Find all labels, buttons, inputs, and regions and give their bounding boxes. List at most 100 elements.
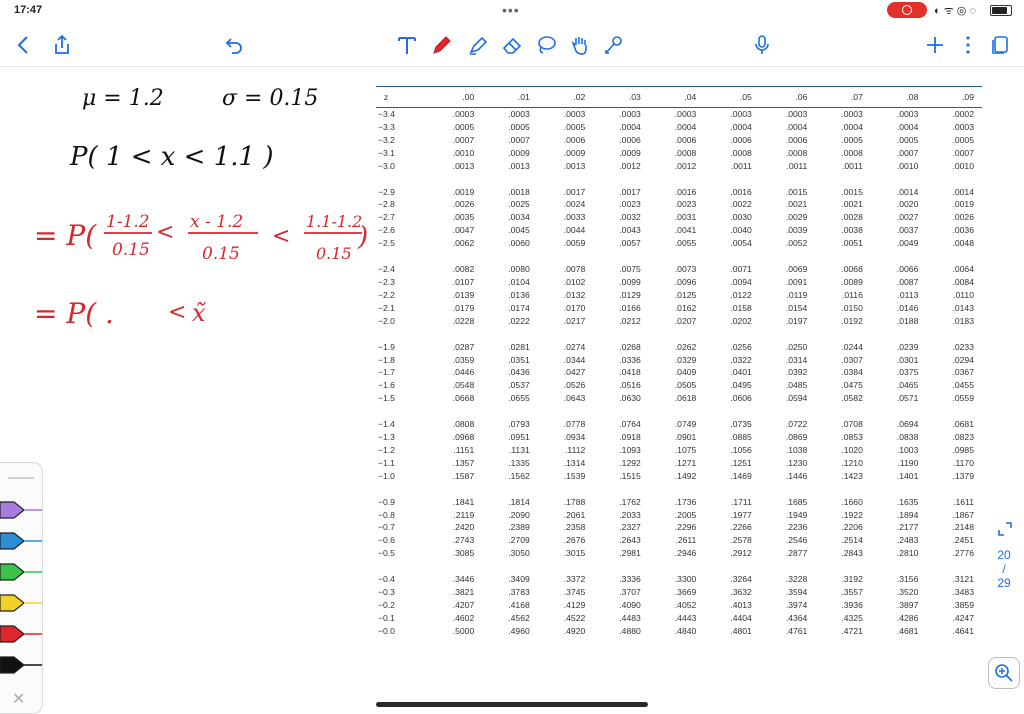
page-total: 29 bbox=[997, 576, 1011, 590]
probability-cell: .3336 bbox=[619, 574, 641, 585]
microphone-icon[interactable] bbox=[748, 32, 776, 58]
probability-cell: .4522 bbox=[563, 612, 586, 623]
probability-cell: .0030 bbox=[730, 212, 752, 223]
probability-cell: .0004 bbox=[785, 121, 808, 132]
green-pen-icon[interactable] bbox=[0, 561, 42, 583]
laser-icon[interactable] bbox=[600, 32, 628, 58]
probability-cell: .4840 bbox=[674, 625, 697, 636]
probability-cell: .3936 bbox=[841, 600, 863, 610]
add-icon[interactable] bbox=[921, 32, 949, 58]
lasso-icon[interactable] bbox=[532, 32, 560, 58]
probability-cell: .3192 bbox=[841, 574, 863, 585]
note-frac3-den: 0.15 bbox=[316, 244, 352, 263]
probability-cell: .0032 bbox=[619, 212, 641, 223]
probability-cell: .0049 bbox=[896, 238, 919, 249]
probability-cell: .0485 bbox=[785, 380, 808, 391]
blue-pen-icon[interactable] bbox=[0, 530, 42, 552]
highlighter-icon[interactable] bbox=[464, 32, 492, 58]
column-header: .08 bbox=[870, 86, 927, 108]
probability-cell: .0025 bbox=[508, 199, 530, 210]
probability-cell: .0102 bbox=[563, 276, 586, 287]
probability-cell: .0268 bbox=[619, 341, 641, 352]
probability-cell: .1894 bbox=[896, 509, 919, 520]
probability-cell: .0985 bbox=[952, 444, 974, 455]
probability-cell: .2912 bbox=[730, 548, 752, 559]
probability-cell: .0808 bbox=[452, 419, 475, 430]
yellow-pen-icon[interactable] bbox=[0, 592, 42, 614]
black-pen-icon[interactable] bbox=[0, 654, 42, 676]
text-tool-icon[interactable] bbox=[393, 32, 421, 58]
z-value-cell: −0.7 bbox=[378, 522, 395, 533]
expand-icon[interactable] bbox=[996, 520, 1014, 543]
palette-handle[interactable] bbox=[8, 477, 34, 479]
probability-cell: .0041 bbox=[674, 225, 697, 236]
probability-cell: .1112 bbox=[565, 444, 586, 455]
probability-cell: .0681 bbox=[952, 419, 974, 430]
multitask-dots-icon[interactable]: ••• bbox=[502, 2, 520, 18]
note-frac1-num: 1-1.2 bbox=[106, 212, 150, 232]
probability-cell: .2119 bbox=[453, 509, 475, 520]
purple-pen-icon[interactable] bbox=[0, 499, 42, 521]
probability-cell: .0250 bbox=[785, 341, 808, 352]
probability-cell: .2090 bbox=[508, 509, 530, 520]
undo-icon[interactable] bbox=[220, 32, 248, 58]
probability-cell: .0047 bbox=[452, 225, 475, 236]
probability-cell: .4247 bbox=[952, 612, 974, 623]
home-indicator[interactable] bbox=[376, 702, 648, 707]
probability-cell: .0007 bbox=[896, 147, 919, 158]
probability-cell: .0778 bbox=[563, 419, 586, 430]
probability-cell: .2546 bbox=[785, 535, 808, 546]
z-value-cell: −3.0 bbox=[378, 160, 395, 171]
pages-icon[interactable] bbox=[986, 32, 1014, 58]
z-value-cell: −0.8 bbox=[378, 509, 395, 520]
back-icon[interactable] bbox=[10, 32, 38, 58]
probability-cell: .0162 bbox=[674, 302, 697, 313]
screen-recording-indicator[interactable] bbox=[887, 2, 927, 18]
table-row: −0.4 .3446 .3409 .3372 .3336 .3300 .3264 .3228.… bbox=[376, 573, 982, 586]
table-row: −3.4 .0003 .0003 .0003 .0003 .0003 .0003 .0003.… bbox=[376, 108, 982, 121]
probability-cell: .3745 bbox=[563, 587, 586, 598]
zoom-button[interactable] bbox=[988, 657, 1020, 689]
probability-cell: .0301 bbox=[896, 354, 919, 365]
probability-cell: .2420 bbox=[452, 522, 475, 533]
probability-cell: .1056 bbox=[730, 444, 752, 455]
table-row: −0.0 .5000 .4960 .4920 .4880 .4840 .4801 .4761.… bbox=[376, 625, 982, 638]
handwritten-notes[interactable]: μ = 1.2 σ = 0.15 P( 1 < x < 1.1 ) = P( 1… bbox=[0, 67, 370, 357]
probability-cell: .0006 bbox=[730, 134, 752, 145]
probability-cell: .0655 bbox=[508, 393, 530, 404]
probability-cell: .0322 bbox=[730, 354, 752, 365]
probability-cell: .3897 bbox=[896, 600, 919, 610]
probability-cell: .0004 bbox=[730, 121, 752, 132]
table-row: −2.7 .0035 .0034 .0033 .0032 .0031 .0030 .0029.… bbox=[376, 211, 982, 224]
probability-cell: .0722 bbox=[785, 419, 808, 430]
probability-cell: .2981 bbox=[619, 548, 641, 559]
probability-cell: .4920 bbox=[563, 625, 586, 636]
probability-cell: .0014 bbox=[896, 186, 919, 197]
pen-tool-icon[interactable] bbox=[428, 32, 456, 58]
probability-cell: .1379 bbox=[952, 470, 974, 481]
probability-cell: .0016 bbox=[730, 186, 752, 197]
more-icon[interactable] bbox=[954, 32, 982, 58]
probability-cell: .0228 bbox=[452, 315, 475, 326]
page-indicator[interactable]: 20 / 29 bbox=[990, 548, 1018, 628]
probability-cell: .0037 bbox=[896, 225, 919, 236]
red-pen-icon[interactable] bbox=[0, 623, 42, 645]
probability-cell: .3707 bbox=[619, 587, 641, 598]
probability-cell: .1151 bbox=[453, 444, 475, 455]
probability-cell: .0344 bbox=[563, 354, 586, 365]
hand-icon[interactable] bbox=[566, 32, 594, 58]
probability-cell: .0003 bbox=[619, 109, 641, 119]
probability-cell: .0154 bbox=[785, 302, 808, 313]
probability-cell: .0197 bbox=[785, 315, 808, 326]
share-icon[interactable] bbox=[48, 32, 76, 58]
probability-cell: .3520 bbox=[896, 587, 919, 598]
probability-cell: .0013 bbox=[508, 160, 530, 171]
probability-cell: .0026 bbox=[952, 212, 974, 223]
probability-cell: .0192 bbox=[841, 315, 863, 326]
probability-cell: .0005 bbox=[841, 134, 863, 145]
close-icon[interactable]: ✕ bbox=[12, 689, 25, 709]
probability-cell: .1423 bbox=[841, 470, 863, 481]
eraser-icon[interactable] bbox=[498, 32, 526, 58]
probability-cell: .0217 bbox=[563, 315, 586, 326]
probability-cell: .4880 bbox=[619, 625, 641, 636]
